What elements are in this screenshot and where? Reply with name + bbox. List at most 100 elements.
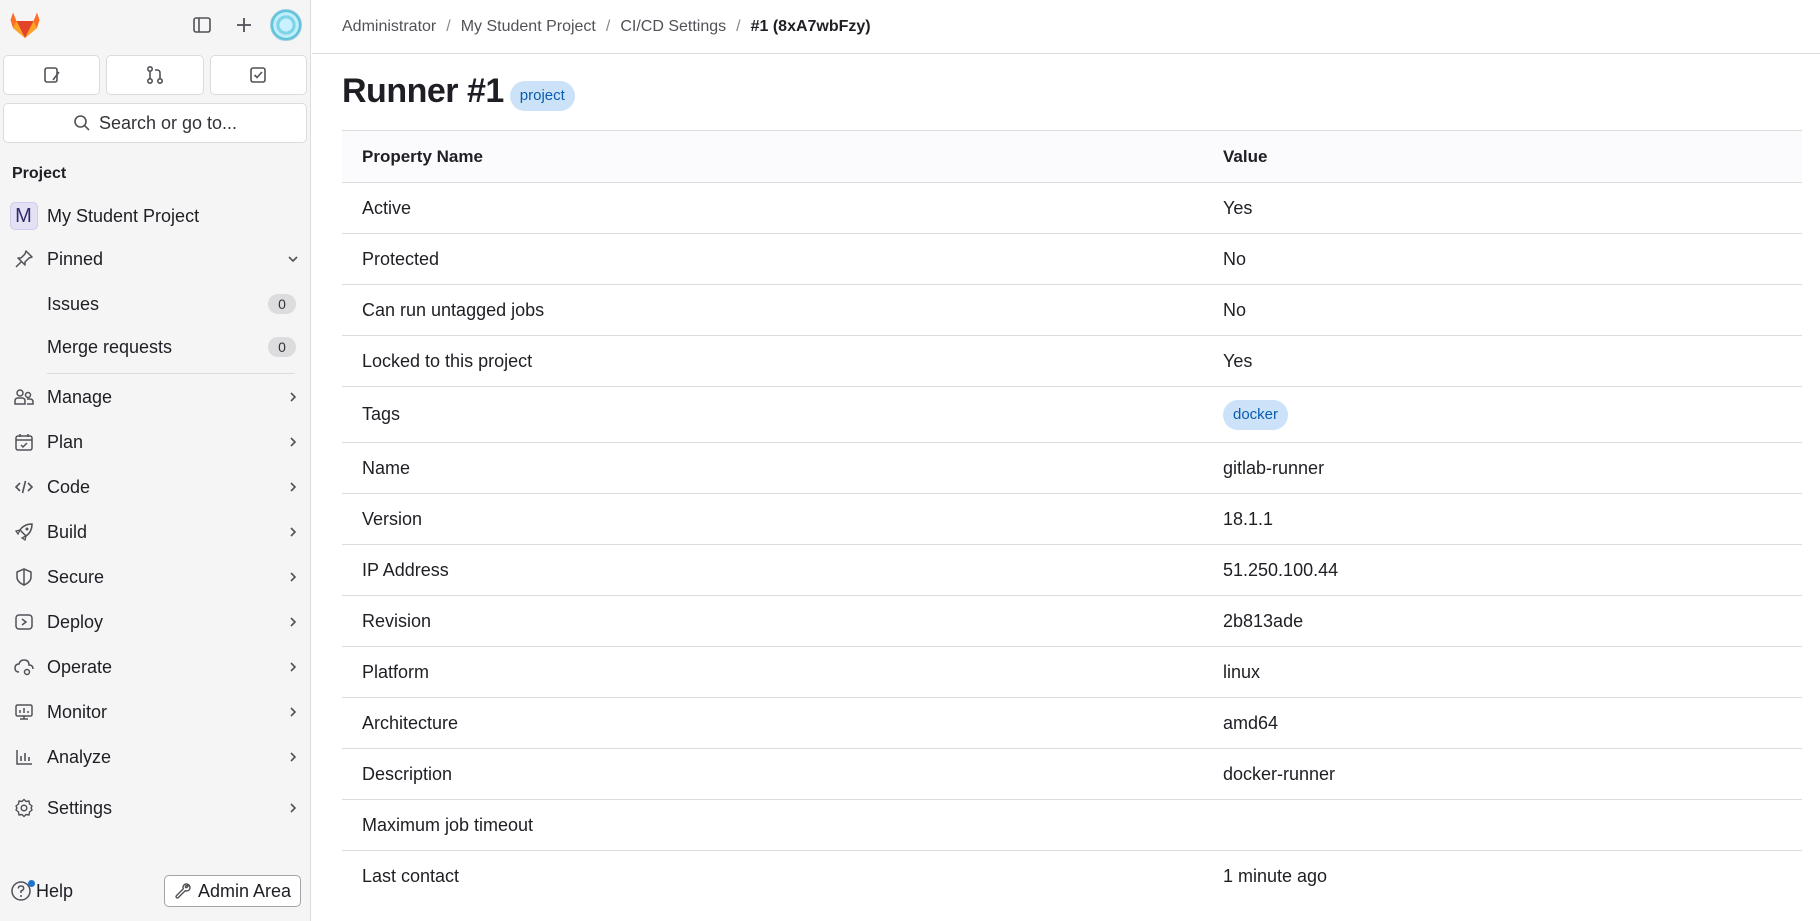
sidebar-item-manage[interactable]: Manage <box>0 377 311 417</box>
table-row: Architecture amd64 <box>342 697 1802 749</box>
quick-actions <box>0 50 310 95</box>
table-row: Locked to this project Yes <box>342 335 1802 387</box>
admin-area-button[interactable]: Admin Area <box>163 875 301 907</box>
sidebar-item-label: Merge requests <box>47 336 173 357</box>
chevron-right-icon <box>275 705 311 719</box>
breadcrumb-cicd-settings[interactable]: CI/CD Settings <box>620 18 726 36</box>
merge-requests-button[interactable] <box>106 55 204 95</box>
chevron-right-icon <box>275 750 311 764</box>
gitlab-logo-icon[interactable] <box>8 8 42 42</box>
tag-badge: docker <box>1223 399 1289 430</box>
assigned-issues-button[interactable] <box>3 55 101 95</box>
sidebar-item-settings[interactable]: Settings <box>0 788 311 828</box>
sidebar-item-label: Operate <box>47 656 113 677</box>
search-label: Search or go to... <box>98 112 238 133</box>
title-row: Runner #1 project <box>312 72 1820 111</box>
property-value <box>1203 799 1802 851</box>
sidebar-header <box>0 0 310 50</box>
property-name: Locked to this project <box>342 335 1203 387</box>
property-name: Platform <box>342 646 1203 698</box>
table-row: Last contact 1 minute ago <box>342 851 1802 902</box>
search-icon <box>74 115 90 131</box>
property-name: Version <box>342 493 1203 545</box>
property-value: gitlab-runner <box>1203 442 1802 494</box>
sidebar-item-label: Plan <box>47 431 84 452</box>
sidebar-item-deploy[interactable]: Deploy <box>0 602 311 642</box>
users-icon <box>0 387 47 407</box>
issues-count-badge: 0 <box>268 294 296 314</box>
property-value: No <box>1203 233 1802 285</box>
merge-requests-count-badge: 0 <box>268 337 296 357</box>
sidebar-item-label: Secure <box>47 566 105 587</box>
todos-button[interactable] <box>209 55 307 95</box>
table-row: Revision 2b813ade <box>342 595 1802 647</box>
breadcrumb-current[interactable]: #1 (8xA7wbFzy) <box>751 18 871 36</box>
table-row: Name gitlab-runner <box>342 442 1802 494</box>
sidebar-item-label: Monitor <box>47 701 108 722</box>
issues-icon <box>43 67 60 83</box>
property-name: Name <box>342 442 1203 494</box>
sidebar-item-plan[interactable]: Plan <box>0 422 311 462</box>
calendar-icon <box>0 432 47 452</box>
column-header-property: Property Name <box>342 130 1203 183</box>
property-name: Revision <box>342 595 1203 647</box>
chevron-right-icon <box>275 570 311 584</box>
wrench-icon <box>174 882 192 900</box>
toggle-sidebar-icon[interactable] <box>184 7 220 43</box>
property-name: Protected <box>342 233 1203 285</box>
property-name: Active <box>342 182 1203 234</box>
sidebar-item-build[interactable]: Build <box>0 512 311 552</box>
breadcrumb-separator: / <box>446 17 451 35</box>
chart-icon <box>0 747 47 767</box>
sidebar-item-merge-requests[interactable]: Merge requests 0 <box>0 327 311 367</box>
sidebar-section-title: Project <box>12 165 67 182</box>
sidebar-item-label: Deploy <box>47 611 104 632</box>
property-value: linux <box>1203 646 1802 698</box>
gear-icon <box>0 798 47 818</box>
sidebar-item-label: Manage <box>47 386 113 407</box>
page-title: Runner #1 <box>342 72 504 110</box>
code-icon <box>0 477 47 497</box>
property-name: Last contact <box>362 865 460 886</box>
sidebar-divider <box>47 373 295 374</box>
admin-area-label: Admin Area <box>197 880 291 901</box>
chevron-right-icon <box>275 660 311 674</box>
sidebar-item-monitor[interactable]: Monitor <box>0 692 311 732</box>
breadcrumb: Administrator / My Student Project / CI/… <box>312 0 1820 54</box>
deploy-icon <box>0 612 47 632</box>
property-value: docker-runner <box>1203 748 1802 800</box>
sidebar-item-code[interactable]: Code <box>0 467 311 507</box>
main-content: Administrator / My Student Project / CI/… <box>312 0 1820 921</box>
breadcrumb-project[interactable]: My Student Project <box>461 18 596 36</box>
todo-icon <box>250 67 267 83</box>
property-value: docker <box>1203 386 1802 443</box>
sidebar-item-operate[interactable]: Operate <box>0 647 311 687</box>
shield-icon <box>0 567 47 587</box>
create-new-icon[interactable] <box>226 7 262 43</box>
chevron-right-icon <box>275 615 311 629</box>
property-name: IP Address <box>342 544 1203 596</box>
pin-icon <box>0 249 47 269</box>
search-button[interactable]: Search or go to... <box>3 103 307 143</box>
breadcrumb-administrator[interactable]: Administrator <box>342 18 436 36</box>
sidebar-item-label: Code <box>47 476 91 497</box>
help-label: Help <box>36 880 74 901</box>
sidebar-project-item[interactable]: M My Student Project <box>0 196 311 236</box>
help-button[interactable]: Help <box>10 880 73 902</box>
table-row: Can run untagged jobs No <box>342 284 1802 336</box>
user-avatar[interactable] <box>270 9 302 41</box>
sidebar-item-secure[interactable]: Secure <box>0 557 311 597</box>
sidebar-pinned-toggle[interactable]: Pinned <box>0 239 311 279</box>
sidebar-item-analyze[interactable]: Analyze <box>0 737 311 777</box>
table-row: Protected No <box>342 233 1802 285</box>
sidebar-item-issues[interactable]: Issues 0 <box>0 284 311 324</box>
help-notification-dot <box>28 880 35 887</box>
property-name: Maximum job timeout <box>342 799 1203 851</box>
table-row: Description docker-runner <box>342 748 1802 800</box>
column-header-value: Value <box>1203 130 1802 183</box>
runner-type-badge: project <box>509 80 575 111</box>
breadcrumb-separator: / <box>605 17 611 35</box>
table-header-row: Property Name Value <box>342 130 1802 183</box>
property-value: Yes <box>1203 182 1802 234</box>
property-name: Architecture <box>342 697 1203 749</box>
